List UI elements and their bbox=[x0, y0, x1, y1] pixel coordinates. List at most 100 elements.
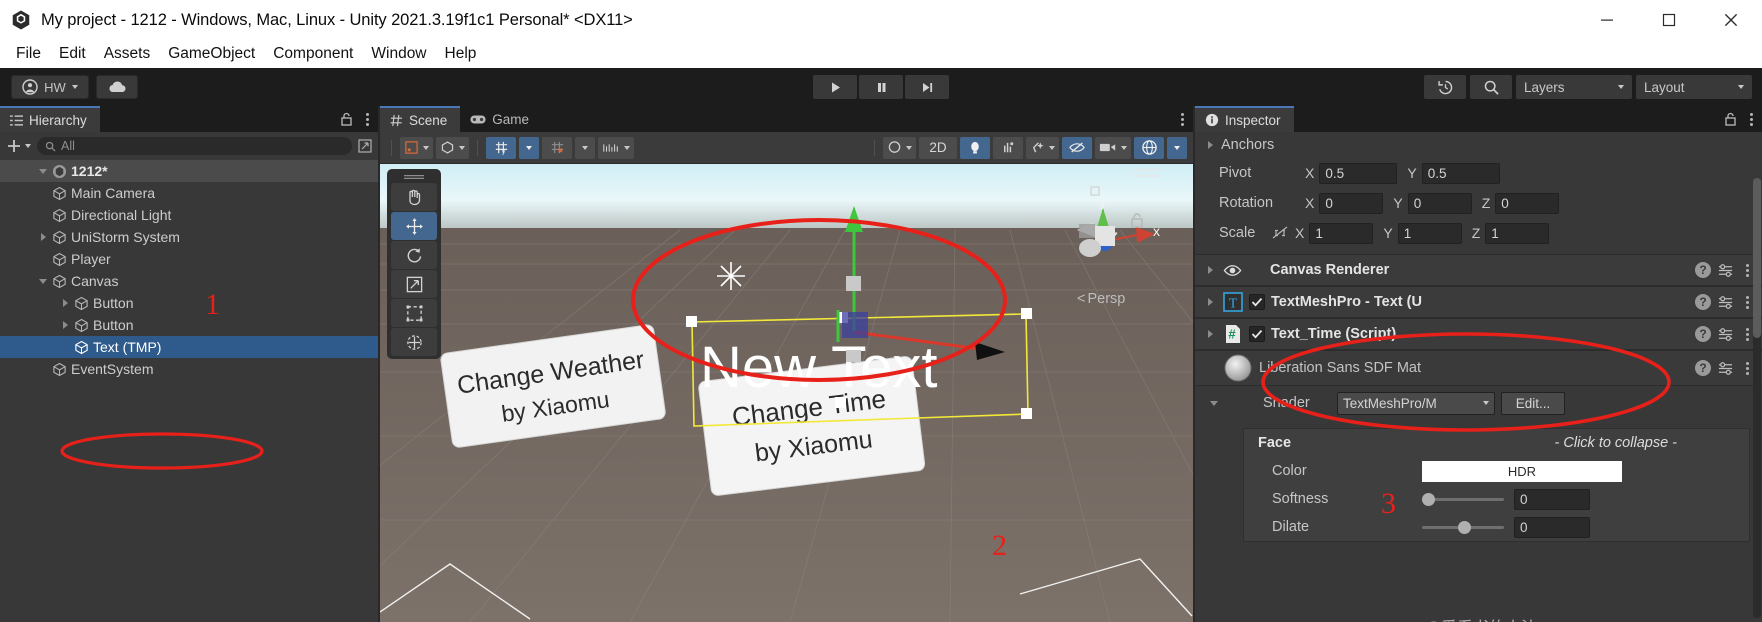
preset-icon[interactable] bbox=[1717, 263, 1734, 278]
hierarchy-item-unistorm-system[interactable]: UniStorm System bbox=[0, 226, 378, 248]
preset-icon[interactable] bbox=[1717, 361, 1734, 376]
component-textmeshpro-text[interactable]: T TextMeshPro - Text (U ? bbox=[1195, 286, 1762, 318]
scene-fx2-button[interactable] bbox=[1026, 136, 1059, 159]
add-object-button[interactable] bbox=[6, 138, 31, 154]
tab-inspector[interactable]: Inspector bbox=[1195, 106, 1294, 132]
scene-fx-dropdown[interactable] bbox=[575, 136, 595, 159]
account-button[interactable]: HW bbox=[11, 75, 89, 99]
rotation-y-input[interactable]: 0 bbox=[1407, 192, 1472, 214]
chevron-right-icon[interactable] bbox=[60, 297, 72, 309]
chevron-right-icon[interactable] bbox=[1205, 296, 1217, 308]
color-swatch[interactable]: HDR bbox=[1422, 460, 1622, 482]
shader-edit-button[interactable]: Edit... bbox=[1501, 391, 1565, 415]
visibility-toggle-button[interactable] bbox=[1062, 136, 1092, 159]
dilate-input[interactable]: 0 bbox=[1514, 516, 1590, 538]
pivot-x-input[interactable]: 0.5 bbox=[1319, 162, 1398, 184]
dilate-slider[interactable] bbox=[1422, 520, 1504, 534]
component-enabled-checkbox[interactable] bbox=[1249, 326, 1265, 342]
help-icon[interactable]: ? bbox=[1695, 262, 1711, 278]
chevron-right-icon[interactable] bbox=[38, 231, 50, 243]
scale-tool-button[interactable] bbox=[391, 270, 437, 298]
hierarchy-item-button[interactable]: Button bbox=[0, 314, 378, 336]
hierarchy-item-player[interactable]: Player bbox=[0, 248, 378, 270]
draw-mode-button[interactable] bbox=[400, 136, 433, 159]
scene-fx-button[interactable] bbox=[542, 136, 572, 159]
chevron-down-icon[interactable] bbox=[38, 275, 50, 287]
grid-dropdown[interactable] bbox=[519, 136, 539, 159]
close-button[interactable] bbox=[1700, 0, 1762, 40]
scale-y-input[interactable]: 1 bbox=[1397, 222, 1462, 244]
scale-x-input[interactable]: 1 bbox=[1309, 222, 1374, 244]
component-canvas-renderer[interactable]: Canvas Renderer ? bbox=[1195, 254, 1762, 286]
move-tool-button[interactable] bbox=[391, 212, 437, 240]
rotate-tool-button[interactable] bbox=[391, 241, 437, 269]
component-material[interactable]: Liberation Sans SDF Mat ? bbox=[1195, 350, 1762, 386]
inspector-menu-icon[interactable] bbox=[1744, 112, 1758, 126]
lighting-button[interactable] bbox=[960, 136, 990, 159]
menu-component[interactable]: Component bbox=[264, 43, 362, 65]
scale-z-input[interactable]: 1 bbox=[1485, 222, 1550, 244]
pivot-y-input[interactable]: 0.5 bbox=[1421, 162, 1500, 184]
scene-menu-icon[interactable] bbox=[1175, 112, 1189, 126]
camera-button[interactable] bbox=[1095, 136, 1131, 159]
persp-label-wrap[interactable]: < Persp bbox=[1077, 291, 1125, 307]
hierarchy-item-directional-light[interactable]: Directional Light bbox=[0, 204, 378, 226]
menu-help[interactable]: Help bbox=[436, 43, 486, 65]
rect-tool-button[interactable] bbox=[391, 299, 437, 327]
component-menu-icon[interactable] bbox=[1740, 295, 1754, 309]
search-button[interactable] bbox=[1470, 75, 1512, 99]
component-text-time-script[interactable]: # Text_Time (Script) ? bbox=[1195, 318, 1762, 350]
play-button[interactable] bbox=[813, 75, 857, 99]
pause-button[interactable] bbox=[859, 75, 903, 99]
tools-drag-handle[interactable] bbox=[391, 172, 437, 182]
hierarchy-item-button[interactable]: Button bbox=[0, 292, 378, 314]
rotation-z-input[interactable]: 0 bbox=[1495, 192, 1560, 214]
menu-gameobject[interactable]: GameObject bbox=[159, 43, 264, 65]
gizmos-dropdown[interactable] bbox=[1167, 136, 1187, 159]
preset-icon[interactable] bbox=[1717, 295, 1734, 310]
component-enabled-checkbox[interactable] bbox=[1249, 294, 1265, 310]
inspector-scrollbar-thumb[interactable] bbox=[1753, 178, 1761, 338]
shading-mode-button[interactable] bbox=[436, 136, 469, 159]
tab-game[interactable]: Game bbox=[460, 106, 542, 132]
scene-orientation-gizmo[interactable]: y z x <Persp bbox=[1041, 164, 1171, 307]
help-icon[interactable]: ? bbox=[1695, 326, 1711, 342]
scene-canvas[interactable]: Change Weather by Xiaomu Change Time by … bbox=[380, 164, 1193, 622]
layers-dropdown[interactable]: Layers bbox=[1516, 75, 1632, 99]
component-menu-icon[interactable] bbox=[1740, 263, 1754, 277]
chevron-right-icon[interactable] bbox=[1205, 139, 1217, 151]
minimize-button[interactable] bbox=[1576, 0, 1638, 40]
hand-tool-button[interactable] bbox=[391, 183, 437, 211]
chevron-down-icon[interactable] bbox=[1209, 397, 1221, 409]
lock-icon[interactable] bbox=[340, 112, 353, 126]
menu-edit[interactable]: Edit bbox=[50, 43, 95, 65]
help-icon[interactable]: ? bbox=[1695, 360, 1711, 376]
help-icon[interactable]: ? bbox=[1695, 294, 1711, 310]
menu-file[interactable]: File bbox=[7, 43, 50, 65]
shader-dropdown[interactable]: TextMeshPro/M bbox=[1337, 391, 1495, 415]
face-header[interactable]: Face - Click to collapse - bbox=[1244, 429, 1749, 457]
lock-icon[interactable] bbox=[1724, 112, 1737, 126]
rotation-x-input[interactable]: 0 bbox=[1319, 192, 1384, 214]
maximize-button[interactable] bbox=[1638, 0, 1700, 40]
chevron-right-icon[interactable] bbox=[60, 319, 72, 331]
undo-history-button[interactable] bbox=[1424, 75, 1466, 99]
preset-icon[interactable] bbox=[1717, 327, 1734, 342]
grid-visibility-button[interactable]: y bbox=[486, 136, 516, 159]
lock-icon[interactable] bbox=[1129, 212, 1145, 230]
hierarchy-item-text-tmp[interactable]: Text (TMP) bbox=[0, 336, 378, 358]
chevron-right-icon[interactable] bbox=[1205, 328, 1217, 340]
hierarchy-item-main-camera[interactable]: Main Camera bbox=[0, 182, 378, 204]
menu-assets[interactable]: Assets bbox=[95, 43, 160, 65]
component-menu-icon[interactable] bbox=[1740, 361, 1754, 375]
hierarchy-options-icon[interactable] bbox=[358, 139, 372, 153]
softness-slider[interactable] bbox=[1422, 492, 1504, 506]
cloud-button[interactable] bbox=[96, 75, 138, 99]
hierarchy-menu-icon[interactable] bbox=[360, 112, 374, 126]
menu-window[interactable]: Window bbox=[362, 43, 435, 65]
hierarchy-item-eventsystem[interactable]: EventSystem bbox=[0, 358, 378, 380]
tab-hierarchy[interactable]: Hierarchy bbox=[0, 106, 100, 132]
chevron-down-icon[interactable] bbox=[38, 165, 50, 177]
hierarchy-search-input[interactable]: All bbox=[37, 137, 352, 155]
anchors-row[interactable]: Anchors bbox=[1195, 132, 1762, 158]
